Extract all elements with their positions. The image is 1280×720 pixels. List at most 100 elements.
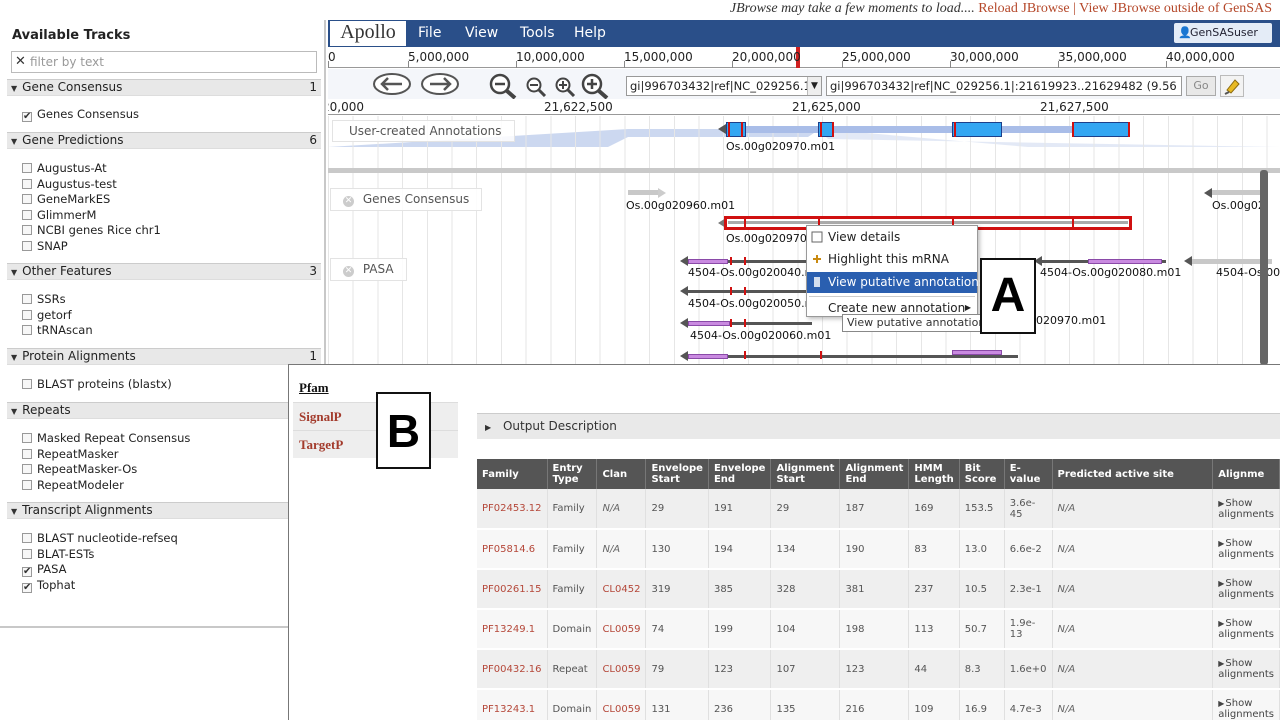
cell-family[interactable]: PF13249.1 (477, 609, 548, 650)
cell-family[interactable]: PF05814.6 (477, 529, 548, 570)
highlight-button[interactable] (1220, 75, 1244, 97)
track-category-header[interactable]: ▼ Transcript Alignments (7, 502, 321, 519)
track-divider[interactable] (328, 168, 1280, 173)
pasa-exon[interactable] (688, 259, 728, 264)
cell-clan[interactable]: CL0059 (596, 609, 647, 650)
track-category-header[interactable]: ▼ Other Features 3 (7, 263, 321, 280)
track-checkbox[interactable]: ✔ (22, 112, 32, 122)
pan-left-button[interactable] (372, 73, 412, 95)
track-checkbox[interactable] (22, 433, 32, 443)
track-item[interactable]: ✔ PASA (22, 562, 66, 578)
zoom-in-button[interactable] (554, 77, 578, 100)
track-category-header[interactable]: ▼ Gene Predictions 6 (7, 132, 321, 149)
user-mrna-exon[interactable] (952, 122, 1002, 137)
clear-filter-icon[interactable]: ✕ (15, 52, 26, 72)
filter-input[interactable]: ✕ filter by text (11, 51, 317, 73)
location-input[interactable]: gi|996703432|ref|NC_029256.1|:21619923..… (826, 76, 1182, 96)
cell-family[interactable]: PF00432.16 (477, 649, 548, 690)
track-checkbox[interactable] (22, 464, 32, 475)
pasa-exon[interactable] (1088, 259, 1162, 264)
pasa-exon[interactable] (952, 350, 1002, 355)
column-header[interactable]: Alignment Start (770, 459, 841, 489)
column-header[interactable]: Alignme (1212, 459, 1280, 489)
column-header[interactable]: Envelope End (708, 459, 772, 489)
column-header[interactable]: Envelope Start (645, 459, 709, 489)
user-menu[interactable]: 👤 GenSASuser (1174, 23, 1272, 43)
reload-jbrowse-link[interactable]: Reload JBrowse (978, 1, 1069, 16)
track-item[interactable]: RepeatMasker (22, 447, 119, 463)
track-item[interactable]: BLAST nucleotide-refseq (22, 531, 178, 547)
track-item[interactable]: Augustus-test (22, 177, 117, 193)
menu-item-view-putative-annotations[interactable]: View putative annotations (807, 272, 985, 293)
column-header[interactable]: Clan (596, 459, 647, 489)
cell-show[interactable]: ▶Show alignments (1212, 609, 1280, 650)
track-area[interactable]: User-created Annotations Os.00g020970.m0… (328, 116, 1280, 365)
pasa-alignment[interactable] (688, 355, 1018, 358)
track-checkbox[interactable] (22, 533, 32, 543)
track-item[interactable]: NCBI genes Rice chr1 (22, 223, 161, 239)
track-item[interactable]: Masked Repeat Consensus (22, 431, 190, 447)
track-checkbox[interactable] (22, 194, 32, 205)
track-checkbox[interactable] (22, 548, 32, 559)
track-checkbox[interactable] (22, 163, 32, 173)
column-header[interactable]: Alignment End (839, 459, 910, 489)
track-label-genes-consensus[interactable]: ✕ Genes Consensus (330, 188, 483, 211)
track-item[interactable]: getorf (22, 308, 72, 324)
column-header[interactable]: E-value (1004, 459, 1053, 489)
user-mrna-intron[interactable] (726, 126, 1130, 133)
pasa-exon[interactable] (688, 354, 728, 359)
go-button[interactable]: Go (1186, 76, 1216, 96)
track-checkbox[interactable] (22, 241, 32, 251)
track-item[interactable]: Augustus-At (22, 161, 107, 177)
cell-show[interactable]: ▶Show alignments (1212, 529, 1280, 570)
cell-clan[interactable]: CL0059 (596, 689, 647, 720)
menu-help[interactable]: Help (574, 25, 606, 41)
zoom-out-button[interactable] (525, 77, 549, 100)
vertical-scrollbar[interactable] (1260, 170, 1268, 365)
close-track-icon[interactable]: ✕ (343, 266, 354, 277)
cell-family[interactable]: PF02453.12 (477, 489, 548, 530)
menu-item-highlight-mrna[interactable]: Highlight this mRNA (807, 249, 977, 270)
track-checkbox[interactable] (22, 209, 32, 220)
menu-item-view-details[interactable]: View details (807, 227, 977, 248)
cell-show[interactable]: ▶Show alignments (1212, 569, 1280, 610)
track-item[interactable]: GlimmerM (22, 208, 96, 224)
track-checkbox[interactable] (22, 379, 32, 389)
track-label-pasa[interactable]: ✕ PASA (330, 258, 407, 281)
user-mrna-exon[interactable] (1072, 122, 1130, 137)
menu-view[interactable]: View (465, 25, 498, 41)
cell-show[interactable]: ▶Show alignments (1212, 649, 1280, 690)
track-item[interactable]: ✔ Genes Consensus (22, 107, 139, 123)
pan-right-button[interactable] (420, 73, 460, 95)
track-label-user-created[interactable]: User-created Annotations (332, 120, 515, 142)
cell-family[interactable]: PF00261.15 (477, 569, 548, 610)
track-checkbox[interactable] (22, 448, 32, 459)
column-header[interactable]: HMM Length (908, 459, 960, 489)
cell-show[interactable]: ▶Show alignments (1212, 689, 1280, 720)
cell-clan[interactable]: CL0059 (596, 649, 647, 690)
close-track-icon[interactable]: ✕ (343, 196, 354, 207)
track-checkbox[interactable]: ✔ (22, 582, 32, 593)
column-header[interactable]: Family (477, 459, 548, 489)
column-header[interactable]: Predicted active site (1052, 459, 1214, 489)
pasa-exon[interactable] (688, 321, 730, 326)
zoom-out-more-button[interactable] (488, 73, 518, 102)
reference-sequence-select[interactable]: gi|996703432|ref|NC_029256.1| ▼ (626, 76, 822, 96)
output-description-toggle[interactable]: ▶ Output Description (477, 413, 1280, 439)
cell-family[interactable]: PF13243.1 (477, 689, 548, 720)
track-item[interactable]: RepeatModeler (22, 478, 124, 494)
zoom-in-more-button[interactable] (580, 73, 610, 102)
track-item[interactable]: BLAT-ESTs (22, 547, 94, 563)
track-item[interactable]: SSRs (22, 292, 66, 308)
menu-tools[interactable]: Tools (520, 25, 555, 41)
pasa-alignment[interactable] (688, 290, 808, 293)
track-item[interactable]: GeneMarkES (22, 192, 110, 208)
track-checkbox[interactable] (22, 325, 32, 336)
column-header[interactable]: Bit Score (959, 459, 1005, 489)
track-item[interactable]: RepeatMasker-Os (22, 462, 137, 478)
column-header[interactable]: Entry Type (547, 459, 598, 489)
track-category-header[interactable]: ▼ Protein Alignments 1 (7, 348, 321, 365)
track-item[interactable]: tRNAscan (22, 323, 93, 339)
track-checkbox[interactable] (22, 479, 32, 490)
view-outside-link[interactable]: View JBrowse outside of GenSAS (1079, 1, 1272, 16)
